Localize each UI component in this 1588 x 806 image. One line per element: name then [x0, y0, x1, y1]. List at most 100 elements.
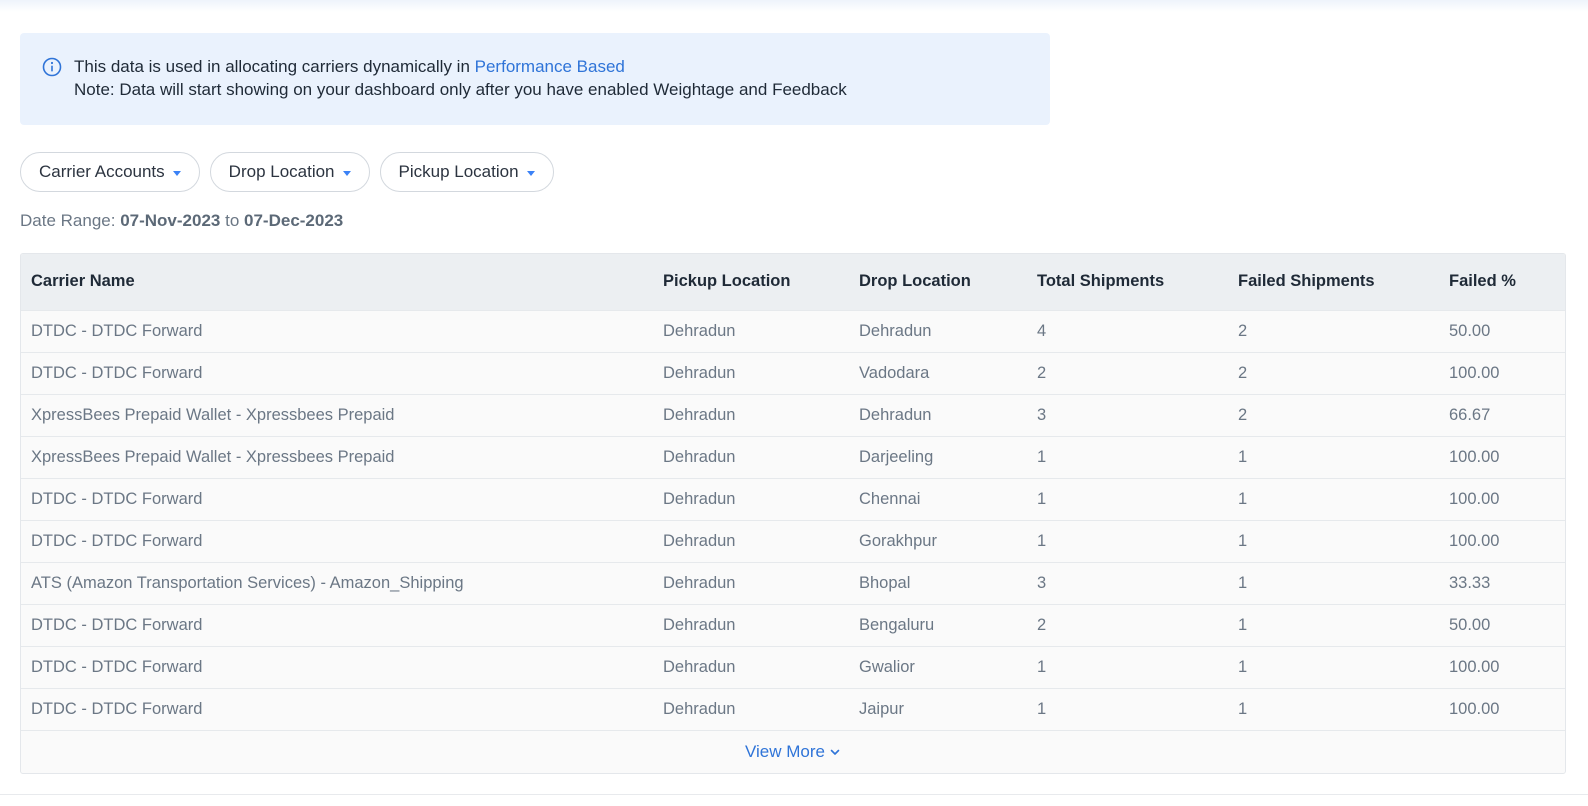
cell-failed-shipments: 1: [1238, 615, 1248, 634]
view-more-label: View More: [745, 742, 825, 761]
cell-failed-shipments: 1: [1238, 699, 1248, 718]
cell-failed-percent: 100.00: [1449, 531, 1500, 550]
cell-failed-percent: 33.33: [1449, 573, 1491, 592]
cell-failed-percent: 50.00: [1449, 615, 1491, 634]
caret-down-icon: [526, 170, 535, 176]
cell-failed-shipments: 2: [1238, 321, 1248, 340]
cell-drop-location: Bengaluru: [859, 615, 935, 634]
cell-pickup-location: Dehradun: [663, 699, 736, 718]
info-circle-icon: [42, 57, 62, 77]
table-body: DTDC - DTDC Forward Dehradun Dehradun 4 2 50.…: [21, 310, 1565, 730]
cell-carrier-name: XpressBees Prepaid Wallet - Xpressbees P…: [31, 405, 395, 424]
cell-failed-percent: 100.00: [1449, 447, 1500, 466]
cell-drop-location: Dehradun: [859, 321, 932, 340]
cell-carrier-name: DTDC - DTDC Forward: [31, 699, 203, 718]
cell-pickup-location: Dehradun: [663, 405, 736, 424]
cell-pickup-location: Dehradun: [663, 573, 736, 592]
table-row: XpressBees Prepaid Wallet - Xpressbees P…: [21, 436, 1565, 478]
cell-total-shipments: 3: [1037, 573, 1047, 592]
date-range-from: 07-Nov-2023: [120, 211, 221, 230]
cell-carrier-name: DTDC - DTDC Forward: [31, 531, 203, 550]
cell-failed-shipments: 2: [1238, 363, 1248, 382]
date-range-to-word: to: [225, 211, 240, 230]
cell-failed-shipments: 1: [1238, 489, 1248, 508]
chevron-down-icon: [830, 749, 840, 755]
cell-carrier-name: ATS (Amazon Transportation Services) - A…: [31, 573, 464, 592]
cell-total-shipments: 1: [1037, 657, 1047, 676]
info-banner: This data is used in allocating carriers…: [20, 33, 1050, 125]
date-range-to: 07-Dec-2023: [244, 211, 344, 230]
cell-drop-location: Darjeeling: [859, 447, 934, 466]
table-row: DTDC - DTDC Forward Dehradun Dehradun 4 2 50.…: [21, 310, 1565, 352]
cell-pickup-location: Dehradun: [663, 321, 736, 340]
cell-failed-percent: 100.00: [1449, 363, 1500, 382]
cell-failed-percent: 100.00: [1449, 489, 1500, 508]
cell-carrier-name: DTDC - DTDC Forward: [31, 489, 203, 508]
cell-failed-shipments: 1: [1238, 447, 1248, 466]
view-more-button[interactable]: View More: [21, 730, 1565, 773]
cell-pickup-location: Dehradun: [663, 447, 736, 466]
cell-total-shipments: 2: [1037, 363, 1047, 382]
table-header-row: Carrier Name Pickup Location Drop Locati…: [21, 254, 1565, 310]
cell-drop-location: Dehradun: [859, 405, 932, 424]
cell-pickup-location: Dehradun: [663, 657, 736, 676]
header-failed-percent: Failed %: [1449, 272, 1516, 291]
cell-total-shipments: 3: [1037, 405, 1047, 424]
failed-shipments-table: Carrier Name Pickup Location Drop Locati…: [20, 253, 1566, 774]
cell-carrier-name: DTDC - DTDC Forward: [31, 321, 203, 340]
cell-total-shipments: 1: [1037, 447, 1047, 466]
table-row: DTDC - DTDC Forward Dehradun Chennai 1 1 100.…: [21, 478, 1565, 520]
cell-pickup-location: Dehradun: [663, 531, 736, 550]
cell-drop-location: Vadodara: [859, 363, 930, 382]
cell-carrier-name: DTDC - DTDC Forward: [31, 363, 203, 382]
cell-pickup-location: Dehradun: [663, 615, 736, 634]
performance-based-link[interactable]: Performance Based: [475, 57, 625, 76]
cell-drop-location: Gwalior: [859, 657, 915, 676]
cell-failed-percent: 100.00: [1449, 699, 1500, 718]
cell-total-shipments: 1: [1037, 699, 1047, 718]
filter-label: Pickup Location: [398, 162, 519, 181]
pickup-location-filter-button[interactable]: Pickup Location: [379, 152, 554, 192]
cell-failed-percent: 50.00: [1449, 321, 1491, 340]
cell-drop-location: Chennai: [859, 489, 921, 508]
header-carrier-name: Carrier Name: [31, 272, 135, 291]
header-failed-shipments: Failed Shipments: [1238, 272, 1375, 291]
cell-total-shipments: 4: [1037, 321, 1047, 340]
table-row: DTDC - DTDC Forward Dehradun Jaipur 1 1 100.0…: [21, 688, 1565, 730]
banner-line-1-text: This data is used in allocating carriers…: [74, 57, 470, 76]
cell-failed-shipments: 1: [1238, 657, 1248, 676]
cell-drop-location: Gorakhpur: [859, 531, 937, 550]
carrier-accounts-filter-button[interactable]: Carrier Accounts: [20, 152, 200, 192]
filter-label: Carrier Accounts: [39, 162, 165, 181]
drop-location-filter-button[interactable]: Drop Location: [209, 152, 370, 192]
header-drop-location: Drop Location: [859, 272, 971, 291]
cell-total-shipments: 1: [1037, 489, 1047, 508]
caret-down-icon: [172, 170, 181, 176]
cell-failed-percent: 66.67: [1449, 405, 1491, 424]
date-range: Date Range: 07-Nov-2023 to 07-Dec-2023: [20, 211, 343, 231]
cell-total-shipments: 1: [1037, 531, 1047, 550]
table-row: DTDC - DTDC Forward Dehradun Vadodara 2 2 100…: [21, 352, 1565, 394]
bottom-divider: [0, 794, 1588, 795]
top-strip: [0, 0, 1588, 12]
banner-line-2: Note: Data will start showing on your da…: [74, 80, 847, 99]
cell-carrier-name: XpressBees Prepaid Wallet - Xpressbees P…: [31, 447, 395, 466]
cell-failed-shipments: 2: [1238, 405, 1248, 424]
table-row: XpressBees Prepaid Wallet - Xpressbees P…: [21, 394, 1565, 436]
caret-down-icon: [342, 170, 351, 176]
table-row: DTDC - DTDC Forward Dehradun Bengaluru 2 1 50…: [21, 604, 1565, 646]
date-range-label: Date Range:: [20, 211, 116, 230]
banner-line-1: This data is used in allocating carriers…: [74, 55, 1028, 78]
cell-failed-shipments: 1: [1238, 573, 1248, 592]
cell-failed-shipments: 1: [1238, 531, 1248, 550]
header-total-shipments: Total Shipments: [1037, 272, 1165, 291]
header-pickup-location: Pickup Location: [663, 272, 791, 291]
cell-pickup-location: Dehradun: [663, 489, 736, 508]
table-row: ATS (Amazon Transportation Services) - A…: [21, 562, 1565, 604]
cell-pickup-location: Dehradun: [663, 363, 736, 382]
filter-bar: Carrier Accounts Drop Location Pickup Lo…: [20, 152, 554, 192]
cell-carrier-name: DTDC - DTDC Forward: [31, 615, 203, 634]
cell-drop-location: Jaipur: [859, 699, 904, 718]
table-row: DTDC - DTDC Forward Dehradun Gwalior 1 1 100.…: [21, 646, 1565, 688]
cell-carrier-name: DTDC - DTDC Forward: [31, 657, 203, 676]
